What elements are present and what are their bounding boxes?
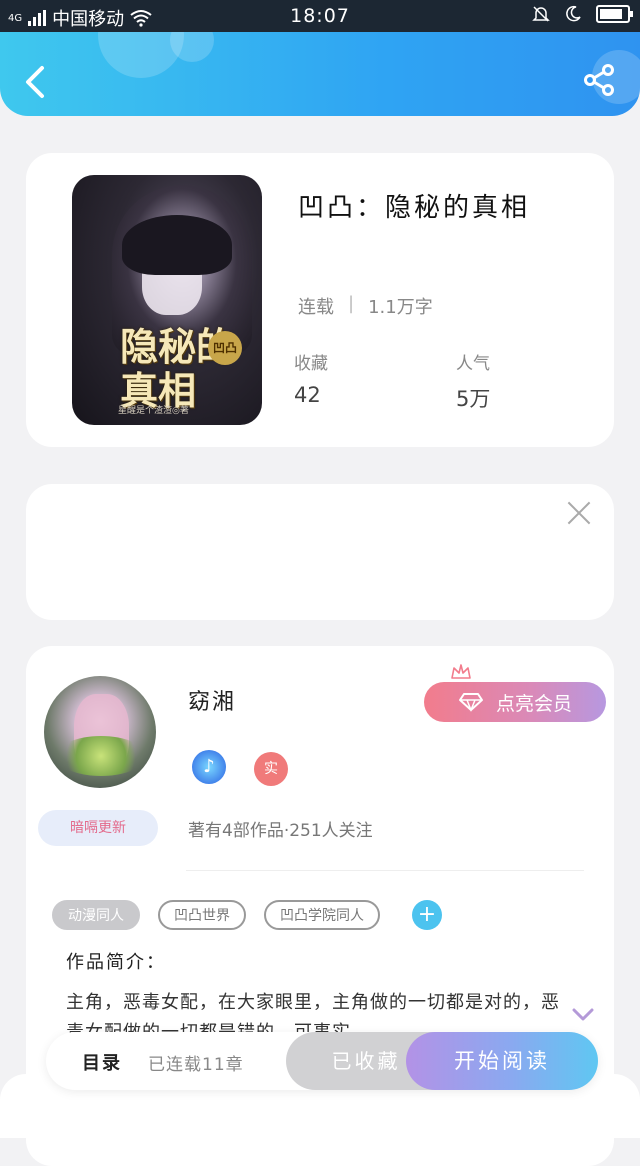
ad-card [26, 484, 614, 620]
music-badge-icon[interactable]: ♪ [192, 750, 226, 784]
author-tag: 暗嗝更新 [38, 810, 158, 846]
cover-author: 星醒是个渣渣◎著 [118, 406, 189, 416]
start-reading-button[interactable]: 开始阅读 [406, 1032, 598, 1090]
header-bar [0, 32, 640, 116]
tag-item[interactable]: 凹凸世界 [158, 900, 246, 930]
crown-icon [451, 664, 471, 679]
status-bar: 4G 中国移动 18:07 [0, 0, 640, 32]
tag-list: 动漫同人 凹凸世界 凹凸学院同人 + [52, 900, 442, 930]
book-word-count: 1.1万字 [368, 297, 433, 318]
avatar[interactable] [44, 676, 156, 788]
tag-item[interactable]: 动漫同人 [52, 900, 140, 930]
tag-item[interactable]: 凹凸学院同人 [264, 900, 380, 930]
meta-separator: | [348, 293, 355, 314]
toc-status: 已连载11章 [148, 1055, 244, 1075]
diamond-icon [458, 693, 483, 712]
add-tag-icon[interactable]: + [412, 900, 442, 930]
intro-label: 作品简介： [66, 952, 166, 973]
close-icon[interactable] [566, 500, 592, 526]
book-status: 连载 [298, 297, 334, 318]
moon-icon [566, 5, 581, 22]
vip-button-label: 点亮会员 [495, 692, 572, 715]
divider [186, 870, 584, 871]
book-title: 凹凸：隐秘的真相 [298, 193, 531, 223]
author-name[interactable]: 窈湘 [188, 684, 236, 716]
popularity-label: 人气 [456, 354, 490, 374]
bottom-action-bar: 目录 已连载11章 已收藏 开始阅读 [46, 1032, 598, 1090]
bell-muted-icon [532, 6, 550, 22]
author-stats: 著有4部作品·251人关注 [188, 821, 373, 841]
book-meta: 连载 | 1.1万字 [298, 293, 433, 319]
favorites-value: 42 [294, 383, 321, 407]
share-icon[interactable] [582, 62, 618, 98]
book-info-card: 隐秘的真相 凹凸 星醒是个渣渣◎著 凹凸：隐秘的真相 连载 | 1.1万字 收藏… [26, 153, 614, 447]
avatar-art-flowers [56, 736, 146, 776]
cover-art-hair [122, 215, 232, 275]
favorites-label: 收藏 [294, 354, 328, 374]
chevron-down-icon[interactable] [572, 1008, 594, 1022]
popularity-value: 5万 [456, 387, 491, 411]
back-icon[interactable] [22, 62, 52, 102]
toc-button[interactable]: 目录 [82, 1049, 122, 1075]
verified-badge-icon[interactable]: 实 [254, 752, 288, 786]
vip-button[interactable]: 点亮会员 [424, 682, 606, 722]
book-cover[interactable]: 隐秘的真相 凹凸 星醒是个渣渣◎著 [72, 175, 262, 425]
battery-icon [596, 5, 633, 23]
status-right [532, 5, 633, 23]
cover-badge: 凹凸 [208, 331, 242, 365]
